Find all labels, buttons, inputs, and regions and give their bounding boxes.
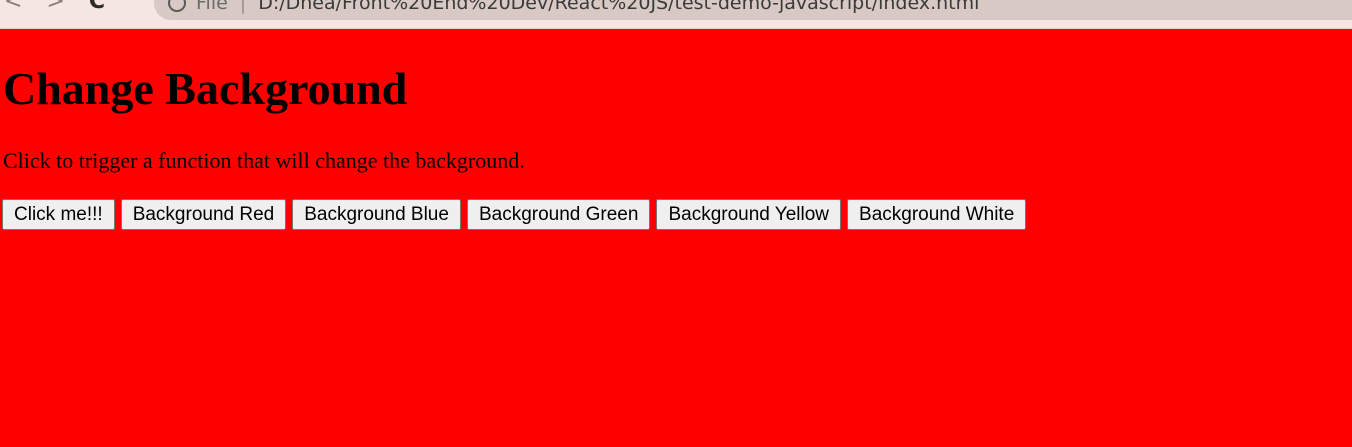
background-blue-button[interactable]: Background Blue	[292, 199, 461, 230]
address-bar[interactable]: File | D:/Dhea/Front%20End%20Dev/React%2…	[154, 0, 1352, 20]
file-label: File	[196, 0, 228, 14]
url-text[interactable]: D:/Dhea/Front%20End%20Dev/React%20JS/tes…	[258, 0, 979, 14]
page-description: Click to trigger a function that will ch…	[3, 148, 525, 173]
info-icon[interactable]	[168, 0, 186, 12]
background-white-button[interactable]: Background White	[847, 199, 1027, 230]
browser-toolbar: < > C File | D:/Dhea/Front%20End%20Dev/R…	[0, 0, 1352, 28]
background-red-button[interactable]: Background Red	[120, 199, 287, 230]
button-row: Click me!!! Background Red Background Bl…	[2, 199, 1027, 230]
back-icon[interactable]: <	[4, 0, 22, 14]
nav-controls: < > C	[4, 0, 105, 14]
page-title: Change Background	[3, 63, 408, 114]
address-separator: |	[239, 0, 247, 14]
background-yellow-button[interactable]: Background Yellow	[656, 199, 842, 230]
background-green-button[interactable]: Background Green	[466, 199, 651, 230]
page-content: Change Background Click to trigger a fun…	[0, 29, 1352, 447]
forward-icon[interactable]: >	[46, 0, 64, 14]
reload-icon[interactable]: C	[89, 0, 105, 14]
click-me-button[interactable]: Click me!!!	[2, 199, 115, 230]
